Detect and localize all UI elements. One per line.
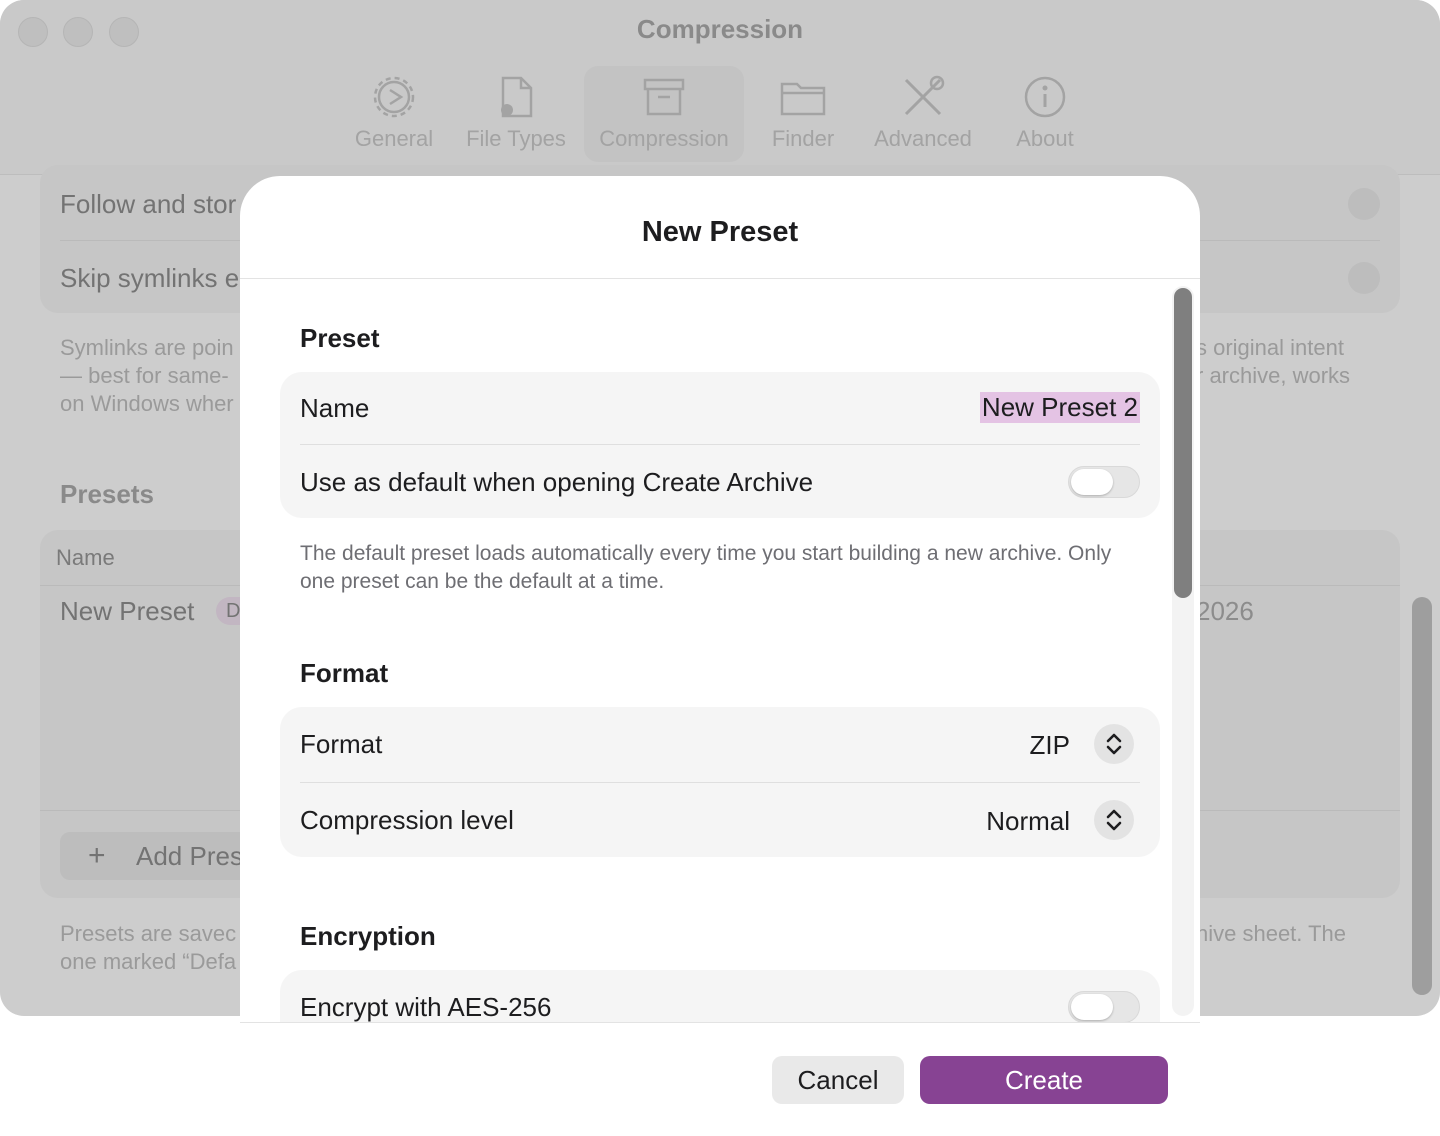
symlink-note-line-3: on Windows wher <box>60 391 234 416</box>
default-row: Use as default when opening Create Archi… <box>300 445 1140 518</box>
tab-about-label: About <box>1016 126 1074 151</box>
symlink-note-line-1: Symlinks are poin <box>60 335 234 360</box>
tab-finder[interactable]: Finder <box>760 66 846 162</box>
tab-advanced-label: Advanced <box>874 126 972 151</box>
encryption-section-heading: Encryption <box>300 921 436 951</box>
create-button[interactable]: Create <box>920 1056 1168 1104</box>
cancel-button[interactable]: Cancel <box>772 1056 904 1104</box>
toggle-knob <box>1071 994 1113 1020</box>
sheet-scrollbar-thumb[interactable] <box>1174 288 1192 598</box>
skip-symlinks-label: Skip symlinks e <box>60 263 240 293</box>
symlink-note-right-1: s original intent <box>1196 335 1344 360</box>
preset-section-heading: Preset <box>300 323 380 353</box>
skip-symlinks-radio[interactable] <box>1348 262 1380 294</box>
tab-compression-label: Compression <box>599 126 729 151</box>
compression-level-popup-button[interactable] <box>1094 800 1134 840</box>
folder-icon <box>780 82 826 116</box>
tab-file-types-label: File Types <box>466 126 566 151</box>
sheet-title: New Preset <box>641 216 799 248</box>
symlink-note-line-2: — best for same- <box>60 363 229 388</box>
sheet-scroll-area[interactable]: Preset Name New Preset 2 Use as default … <box>240 279 1200 1022</box>
name-row: Name New Preset 2 <box>300 372 1140 444</box>
preset-name-field[interactable]: New Preset 2 <box>979 392 1140 423</box>
presets-heading: Presets <box>60 479 154 509</box>
compression-level-popup-value[interactable]: Normal <box>986 806 1070 837</box>
tab-file-types[interactable]: File Types <box>458 66 574 162</box>
encrypt-label: Encrypt with AES-256 <box>300 992 552 1022</box>
encryption-group: Encrypt with AES-256 <box>280 970 1160 1022</box>
tab-compression[interactable]: Compression <box>584 66 744 162</box>
encrypt-row: Encrypt with AES-256 <box>300 970 1140 1022</box>
tab-about[interactable]: About <box>1004 66 1086 162</box>
encrypt-toggle[interactable] <box>1068 991 1140 1022</box>
info-icon <box>1024 76 1066 118</box>
window-scrollbar[interactable] <box>1412 597 1432 995</box>
presets-footer-line-2: one marked “Defa <box>60 949 237 974</box>
sheet-footer-divider <box>240 1022 1200 1023</box>
window-titlebar: Compression General File Types Compressi… <box>0 0 1440 175</box>
follow-symlinks-radio[interactable] <box>1348 188 1380 220</box>
tools-icon <box>904 75 945 116</box>
add-preset-label: Add Pres <box>136 841 243 871</box>
symlink-note-right-2: r archive, works <box>1196 363 1351 388</box>
preset-row-date: 2026 <box>1196 596 1254 626</box>
format-popup-button[interactable] <box>1094 724 1134 764</box>
tab-advanced[interactable]: Advanced <box>864 66 982 162</box>
use-as-default-toggle[interactable] <box>1068 466 1140 498</box>
preset-group: Name New Preset 2 Use as default when op… <box>280 372 1160 518</box>
window-title: Compression <box>636 14 804 44</box>
format-popup-value[interactable]: ZIP <box>1030 730 1070 761</box>
use-as-default-label: Use as default when opening Create Archi… <box>300 467 814 497</box>
new-preset-sheet: New Preset Preset Name New Preset 2 Use … <box>240 176 1200 1136</box>
plus-icon: + <box>88 839 106 872</box>
tab-general-label: General <box>354 126 434 151</box>
chevron-up-down-icon <box>1106 733 1122 755</box>
document-gear-icon <box>501 76 533 118</box>
gear-icon <box>373 76 415 118</box>
format-row: Format ZIP <box>300 707 1140 782</box>
presets-footer-right: hive sheet. The <box>1196 921 1347 946</box>
format-section-heading: Format <box>300 658 389 688</box>
compression-level-row: Compression level Normal <box>300 783 1140 857</box>
name-label: Name <box>300 393 370 423</box>
chevron-up-down-icon <box>1106 809 1122 831</box>
default-preset-footnote: The default preset loads automatically e… <box>300 542 1112 593</box>
toggle-knob <box>1071 469 1113 495</box>
presets-footer-line-1: Presets are savec <box>60 921 237 946</box>
format-group: Format ZIP Compression level Normal <box>280 707 1160 857</box>
presets-column-name: Name <box>56 545 115 570</box>
follow-symlinks-label: Follow and stor <box>60 189 237 219</box>
preferences-toolbar: General File Types Compression Finder Ad… <box>0 66 1440 166</box>
tab-general[interactable]: General <box>344 66 444 162</box>
preset-row-name[interactable]: New Preset <box>60 596 194 627</box>
format-label: Format <box>300 729 383 759</box>
compression-level-label: Compression level <box>300 805 514 835</box>
tab-finder-label: Finder <box>771 126 835 151</box>
archive-box-icon <box>643 78 685 116</box>
